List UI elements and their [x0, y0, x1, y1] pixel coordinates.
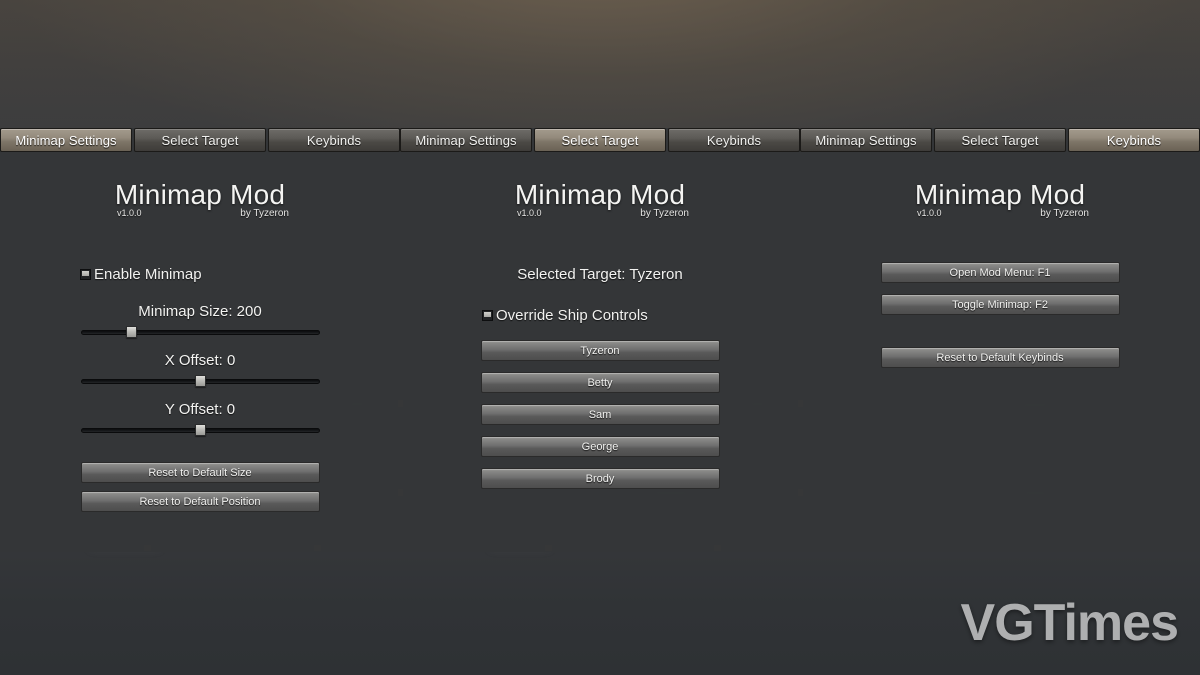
target-button-brody[interactable]: Brody [480, 468, 720, 489]
panel-1-title-block: Minimap Mod v1.0.0 by Tyzeron [0, 180, 400, 230]
target-list: Tyzeron Betty Sam George Brody [400, 340, 800, 489]
author-label: by Tyzeron [640, 208, 689, 219]
tab-select-target[interactable]: Select Target [534, 128, 666, 152]
checkbox-icon[interactable] [482, 310, 493, 321]
tab-select-target[interactable]: Select Target [134, 128, 266, 152]
reset-to-default-keybinds-button[interactable]: Reset to Default Keybinds [880, 347, 1120, 368]
tab-minimap-settings[interactable]: Minimap Settings [400, 128, 532, 152]
tab-keybinds[interactable]: Keybinds [268, 128, 400, 152]
y-offset-slider[interactable] [80, 424, 320, 436]
screen: Minimap Settings Select Target Keybinds … [0, 0, 1200, 675]
enable-minimap-checkbox-row[interactable]: Enable Minimap [80, 266, 400, 283]
tabbar-panel-3: Minimap Settings Select Target Keybinds [800, 128, 1200, 152]
tab-minimap-settings[interactable]: Minimap Settings [800, 128, 932, 152]
target-button-betty[interactable]: Betty [480, 372, 720, 393]
tab-minimap-settings[interactable]: Minimap Settings [0, 128, 132, 152]
tabbar-panel-1: Minimap Settings Select Target Keybinds [0, 128, 400, 152]
x-offset-slider[interactable] [80, 375, 320, 387]
page-title: Minimap Mod [914, 179, 1086, 210]
version-label: v1.0.0 [917, 208, 942, 218]
panel-2-body: Minimap Mod v1.0.0 by Tyzeron Selected T… [400, 152, 800, 552]
author-label: by Tyzeron [1040, 208, 1089, 219]
panel-keybinds: Minimap Settings Select Target Keybinds … [800, 128, 1200, 552]
slider-handle[interactable] [125, 326, 137, 338]
panel-3-title-block: Minimap Mod v1.0.0 by Tyzeron [800, 180, 1200, 230]
panel-select-target: Minimap Settings Select Target Keybinds … [400, 128, 800, 552]
panel-3-body: Minimap Mod v1.0.0 by Tyzeron Open Mod M… [800, 152, 1200, 552]
page-title: Minimap Mod [114, 179, 286, 210]
panel-2-subtitle: v1.0.0 by Tyzeron [505, 208, 695, 222]
minimap-size-slider[interactable] [80, 326, 320, 338]
reset-to-default-size-button[interactable]: Reset to Default Size [80, 462, 320, 483]
toggle-minimap-keybind-button[interactable]: Toggle Minimap: F2 [880, 294, 1120, 315]
target-button-tyzeron[interactable]: Tyzeron [480, 340, 720, 361]
x-offset-label: X Offset: 0 [164, 352, 236, 369]
tab-keybinds[interactable]: Keybinds [1068, 128, 1200, 152]
override-ship-controls-label: Override Ship Controls [496, 307, 648, 324]
panel-1-subtitle: v1.0.0 by Tyzeron [105, 208, 295, 222]
reset-to-default-position-button[interactable]: Reset to Default Position [80, 491, 320, 512]
page-title: Minimap Mod [514, 179, 686, 210]
target-button-sam[interactable]: Sam [480, 404, 720, 425]
target-button-george[interactable]: George [480, 436, 720, 457]
tab-keybinds[interactable]: Keybinds [668, 128, 800, 152]
enable-minimap-label: Enable Minimap [94, 266, 202, 283]
slider-track [80, 330, 320, 335]
tab-select-target[interactable]: Select Target [934, 128, 1066, 152]
selected-target-status: Selected Target: Tyzeron [517, 266, 683, 283]
version-label: v1.0.0 [117, 208, 142, 218]
minimap-size-label: Minimap Size: 200 [138, 303, 262, 320]
y-offset-label: Y Offset: 0 [164, 401, 236, 418]
panel-2-title-block: Minimap Mod v1.0.0 by Tyzeron [400, 180, 800, 230]
version-label: v1.0.0 [517, 208, 542, 218]
tabbar-panel-2: Minimap Settings Select Target Keybinds [400, 128, 800, 152]
panel-minimap-settings: Minimap Settings Select Target Keybinds … [0, 128, 400, 552]
panel-1-body: Minimap Mod v1.0.0 by Tyzeron Enable Min… [0, 152, 400, 552]
panel-3-subtitle: v1.0.0 by Tyzeron [905, 208, 1095, 222]
open-mod-menu-keybind-button[interactable]: Open Mod Menu: F1 [880, 262, 1120, 283]
checkbox-icon[interactable] [80, 269, 91, 280]
author-label: by Tyzeron [240, 208, 289, 219]
slider-handle[interactable] [195, 424, 206, 436]
slider-handle[interactable] [195, 375, 206, 387]
override-ship-controls-checkbox-row[interactable]: Override Ship Controls [482, 307, 800, 324]
vgtimes-watermark: VGTimes [960, 594, 1179, 652]
